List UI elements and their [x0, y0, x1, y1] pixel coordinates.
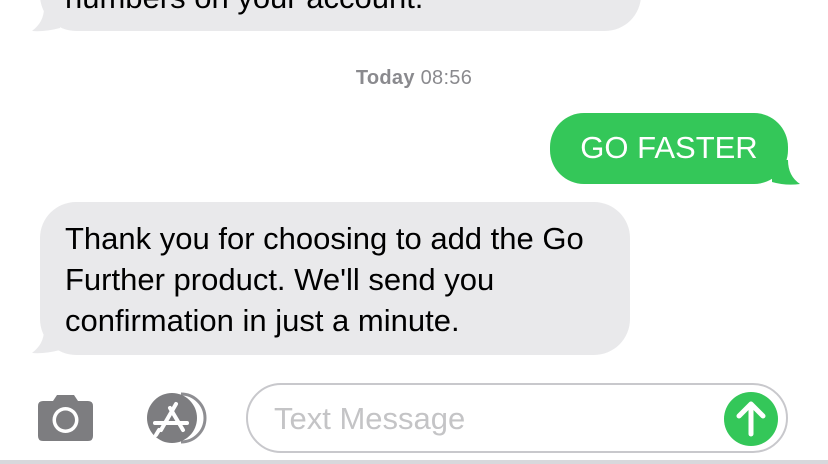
timestamp-day: Today: [355, 67, 415, 89]
app-store-icon[interactable]: [139, 391, 213, 445]
previous-message-tail: [32, 8, 60, 32]
outgoing-message-text: GO FASTER: [580, 130, 758, 165]
bottom-divider: [0, 460, 828, 464]
incoming-message-tail: [32, 330, 60, 354]
message-input-field[interactable]: Text Message: [246, 383, 788, 453]
incoming-message-text: Thank you for choosing to add the Go Fur…: [65, 221, 584, 338]
timestamp-time: 08:56: [420, 67, 473, 89]
previous-message-text: numbers on your account.: [65, 0, 423, 18]
message-input-placeholder: Text Message: [274, 401, 466, 436]
incoming-message-bubble[interactable]: Thank you for choosing to add the Go Fur…: [40, 202, 630, 355]
send-arrow-icon[interactable]: [724, 392, 778, 446]
outgoing-message-tail: [772, 160, 800, 185]
camera-icon[interactable]: [34, 394, 97, 442]
previous-message-bubble[interactable]: numbers on your account.: [40, 0, 641, 31]
outgoing-message-bubble[interactable]: GO FASTER: [550, 113, 788, 184]
message-timestamp: Today 08:56: [0, 67, 828, 90]
